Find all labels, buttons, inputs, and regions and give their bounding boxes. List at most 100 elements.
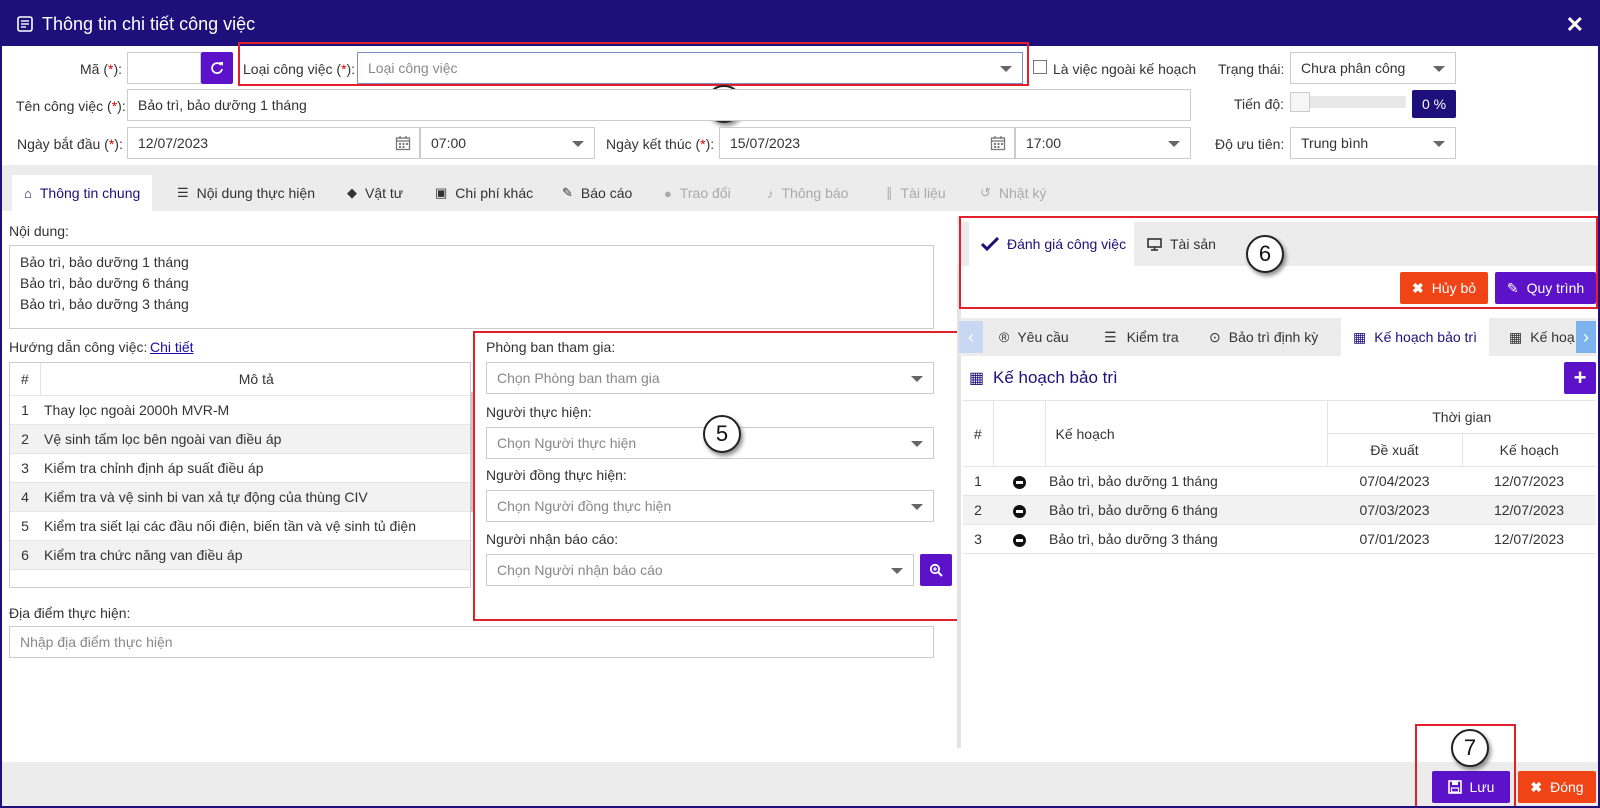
edit-icon: ✎ (562, 185, 573, 200)
tab-bao-tri-dinh-ky[interactable]: ⊙ Bảo trì định kỳ (1209, 318, 1318, 356)
luu-button[interactable]: Lưu (1432, 771, 1510, 803)
tabs-scroll-left-icon[interactable]: ‹ (959, 321, 983, 353)
plan-ke-hoach2-header: Kế hoạch (1462, 433, 1596, 467)
dia-diem-input[interactable]: Nhập địa điểm thực hiện (9, 626, 934, 658)
phong-ban-placeholder: Chọn Phòng ban tham gia (497, 370, 660, 386)
annotation-badge-7: 7 (1451, 729, 1489, 767)
calendar-icon[interactable] (395, 135, 411, 151)
main-tabs: ⌂ Thông tin chung ☰ Nội dung thực hiện ◆ Vậ… (2, 165, 1598, 211)
nguoi-dong-thuc-hien-label: Người đồng thực hiện: (486, 467, 627, 483)
tab-thong-tin-chung[interactable]: ⌂ Thông tin chung (12, 175, 153, 211)
tab-vat-tu[interactable]: ◆ Vật tư (347, 175, 403, 211)
noi-dung-label: Nội dung: (9, 223, 69, 239)
table-row[interactable]: 3 Kiểm tra chỉnh định áp suất điều áp (10, 453, 470, 483)
huong-dan-label: Hướng dẫn công việc: (9, 339, 148, 355)
tien-do-slider-handle[interactable] (1290, 92, 1310, 112)
gio-bd-select[interactable]: 07:00 (420, 127, 595, 159)
chevron-down-icon (911, 504, 923, 510)
calendar-icon[interactable] (990, 135, 1006, 151)
plan-icon-header (993, 400, 1046, 467)
tab-nhat-ky[interactable]: ↺ Nhật ký (980, 175, 1046, 211)
loai-label: Loại công việc (*): (243, 61, 356, 77)
chevron-down-icon (911, 376, 923, 382)
loai-placeholder: Loại công việc (368, 60, 458, 76)
list-icon: ☰ (177, 185, 189, 200)
add-plan-button[interactable]: + (1564, 362, 1596, 394)
table-row[interactable]: 6 Kiểm tra chức năng van điều áp (10, 540, 470, 570)
table-row[interactable]: 2 Bảo trì, bảo dưỡng 6 tháng 07/03/2023 … (963, 495, 1596, 525)
tab-thong-bao[interactable]: ♪ Thông báo (767, 175, 848, 211)
table-row[interactable]: 3 Bảo trì, bảo dưỡng 3 tháng 07/01/2023 … (963, 524, 1596, 554)
plan-table: # Kế hoạch Thời gian Đề xuất Kế hoạch 1 … (963, 400, 1596, 554)
tab-danh-gia-cong-viec[interactable]: Đánh giá công việc (969, 222, 1134, 266)
ngay-bd-label: Ngày bắt đầu (*): (17, 136, 123, 152)
tab-ke-hoach-more[interactable]: ▦ Kế hoạ (1509, 318, 1575, 356)
title-bar: Thông tin chi tiết công việc ✕ (2, 2, 1598, 46)
tab-kiem-tra[interactable]: ☰ Kiểm tra (1104, 318, 1179, 356)
phong-ban-label: Phòng ban tham gia: (486, 339, 616, 355)
ngay-bd-input[interactable]: 12/07/2023 (127, 127, 420, 159)
nguoi-dong-thuc-hien-select[interactable]: Chọn Người đồng thực hiện (486, 490, 934, 522)
dia-diem-label: Địa điểm thực hiện: (9, 605, 131, 621)
huy-bo-button[interactable]: ✖ Hủy bỏ (1400, 272, 1488, 304)
check-circle-icon: ⊙ (1209, 328, 1221, 345)
tab-tai-lieu[interactable]: ∥ Tài liệu (886, 175, 946, 211)
table-scrollbar[interactable] (470, 392, 475, 512)
gio-kt-select[interactable]: 17:00 (1015, 127, 1191, 159)
uu-tien-select[interactable]: Trung bình (1290, 127, 1456, 159)
search-nguoi-nhan-button[interactable] (920, 554, 952, 586)
tab-bao-cao[interactable]: ✎ Báo cáo (562, 175, 632, 211)
tab-trao-doi[interactable]: ● Trao đổi (664, 175, 731, 211)
remove-icon[interactable] (1012, 533, 1026, 547)
paperclip-icon: ∥ (886, 185, 893, 200)
tab-ke-hoach-bao-tri[interactable]: ▦ Kế hoạch bảo trì (1341, 318, 1489, 356)
ma-input[interactable] (127, 52, 201, 84)
loai-cong-viec-select[interactable]: Loại công việc (357, 52, 1023, 84)
maintenance-tabs: ‹ ® Yêu cầu ☰ Kiểm tra ⊙ Bảo trì định kỳ ▦ K… (959, 318, 1596, 356)
plan-thoi-gian-header: Thời gian (1327, 400, 1596, 434)
mo-ta-hash-header: # (10, 363, 41, 396)
plan-hash-header: # (963, 400, 994, 467)
nguoi-nhan-placeholder: Chọn Người nhận báo cáo (497, 562, 663, 578)
tab-tai-san[interactable]: Tài sản (1147, 222, 1216, 266)
refresh-code-button[interactable] (201, 52, 233, 84)
table-row[interactable]: 1 Bảo trì, bảo dưỡng 1 tháng 07/04/2023 … (963, 466, 1596, 496)
history-icon: ↺ (980, 185, 991, 200)
table-row[interactable]: 4 Kiểm tra và vệ sinh bi van xả tự động c… (10, 482, 470, 512)
ma-label: Mã (*): (80, 61, 123, 77)
ngoai-ke-hoach-checkbox[interactable] (1033, 60, 1047, 74)
table-row[interactable]: 1 Thay lọc ngoài 2000h MVR-M (10, 395, 470, 425)
save-icon (1447, 780, 1462, 794)
chevron-down-icon (1168, 141, 1180, 147)
calendar-icon: ▦ (1353, 328, 1367, 345)
close-icon[interactable]: ✕ (1566, 12, 1584, 38)
nguoi-nhan-bao-cao-select[interactable]: Chọn Người nhận báo cáo (486, 554, 914, 586)
tabs-scroll-right-icon[interactable]: › (1576, 321, 1596, 353)
plan-de-xuat-header: Đề xuất (1327, 433, 1463, 467)
tien-do-label: Tiến độ: (1234, 96, 1285, 112)
trang-thai-select[interactable]: Chưa phân công (1290, 52, 1456, 84)
table-row[interactable]: 2 Vệ sinh tấm lọc bên ngoài van điều áp (10, 424, 470, 454)
gio-kt-value: 17:00 (1026, 135, 1062, 151)
tab-noi-dung-thuc-hien[interactable]: ☰ Nội dung thực hiện (177, 175, 315, 211)
phong-ban-select[interactable]: Chọn Phòng ban tham gia (486, 362, 934, 394)
trang-thai-value: Chưa phân công (1301, 60, 1406, 76)
plan-ke-hoach-header: Kế hoạch (1045, 400, 1328, 467)
dong-button[interactable]: ✖ Đóng (1518, 771, 1596, 803)
remove-icon[interactable] (1012, 504, 1026, 518)
noi-dung-textarea[interactable]: Bảo trì, bảo dưỡng 1 tháng Bảo trì, bảo … (9, 245, 934, 329)
nguoi-dong-placeholder: Chọn Người đồng thực hiện (497, 498, 672, 514)
ngay-kt-input[interactable]: 15/07/2023 (719, 127, 1015, 159)
uu-tien-label: Độ ưu tiên: (1215, 136, 1285, 152)
ngay-kt-value: 15/07/2023 (730, 135, 801, 151)
calendar-icon: ▦ (969, 370, 985, 387)
remove-icon[interactable] (1012, 475, 1026, 489)
ten-cong-viec-input[interactable]: Bảo trì, bảo dưỡng 1 tháng (127, 89, 1191, 121)
table-row[interactable]: 5 Kiểm tra siết lại các đầu nối điện, biế… (10, 511, 470, 541)
quy-trinh-button[interactable]: ✎ Quy trình (1495, 272, 1596, 304)
chi-tiet-link[interactable]: Chi tiết (150, 339, 194, 355)
tab-yeu-cau[interactable]: ® Yêu cầu (999, 318, 1069, 356)
tab-chi-phi-khac[interactable]: ▣ Chi phí khác (435, 175, 533, 211)
chevron-down-icon (1000, 66, 1012, 72)
calendar-icon: ▦ (1509, 328, 1523, 345)
